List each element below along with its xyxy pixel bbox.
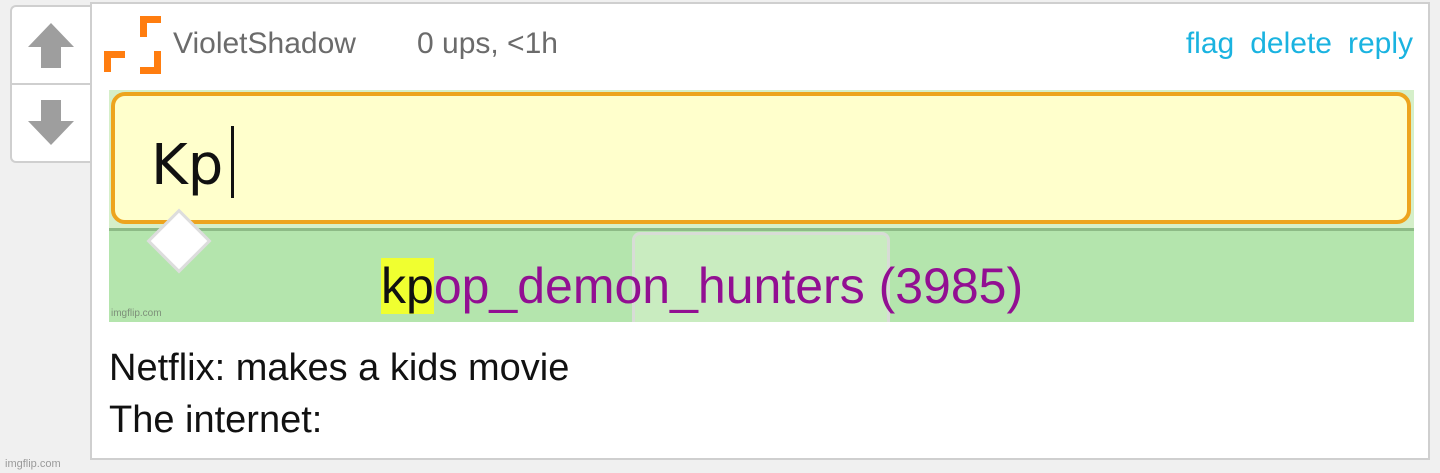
imgflip-watermark: imgflip.com <box>5 458 61 470</box>
downvote-button[interactable] <box>12 85 90 161</box>
suggestion-rest: op_demon_hunters (3985) <box>433 258 1024 314</box>
upvote-button[interactable] <box>12 7 90 83</box>
meme-suggestion: kpop_demon_hunters (3985) <box>381 256 1023 316</box>
meme-image[interactable]: Kp kpop_demon_hunters (3985) imgflip.com <box>109 90 1414 322</box>
comment-line: Netflix: makes a kids movie <box>109 347 570 389</box>
text-caret <box>231 126 234 198</box>
flag-link[interactable]: flag <box>1186 26 1234 62</box>
comment-card: VioletShadow 0 ups, <1h flag delete repl… <box>90 2 1430 460</box>
suggestion-match: kp <box>381 258 434 314</box>
comment-text: Netflix: makes a kids movie The internet… <box>109 342 569 446</box>
comment-meta: 0 ups, <1h <box>417 27 558 60</box>
arrow-up-icon <box>28 23 74 68</box>
comment-line: The internet: <box>109 399 323 441</box>
imgflip-user-avatar-icon[interactable] <box>102 14 164 76</box>
meme-search-query: Kp <box>151 133 224 198</box>
delete-link[interactable]: delete <box>1250 26 1332 62</box>
reply-link[interactable]: reply <box>1348 26 1413 62</box>
arrow-down-icon <box>28 100 74 145</box>
comment-actions: flag delete reply <box>1186 26 1413 62</box>
meme-watermark: imgflip.com <box>111 308 162 319</box>
meme-search-input: Kp <box>111 92 1411 224</box>
vote-box <box>10 5 90 163</box>
comment-username[interactable]: VioletShadow <box>173 26 356 62</box>
